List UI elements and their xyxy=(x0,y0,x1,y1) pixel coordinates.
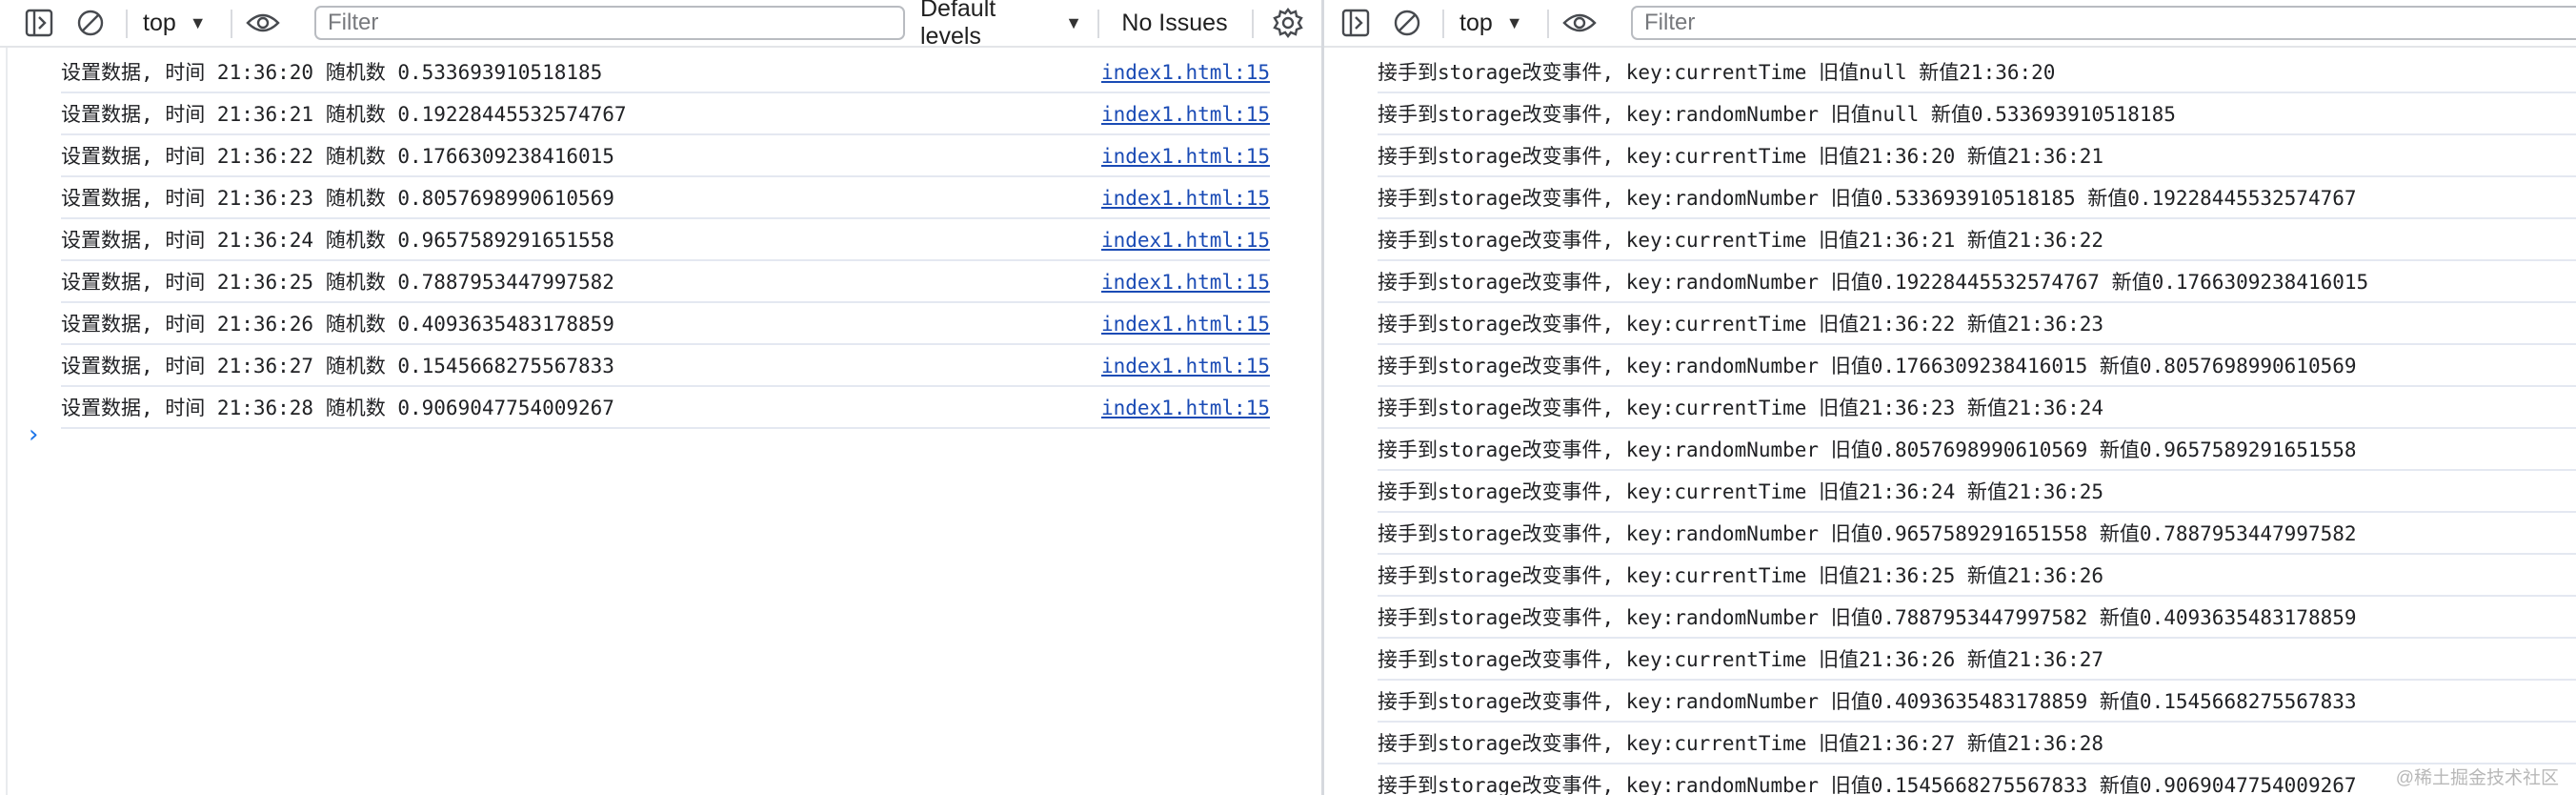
toolbar-separator xyxy=(1442,10,1444,38)
sidebar-toggle-icon[interactable] xyxy=(1339,0,1372,46)
console-log-row: 设置数据, 时间 21:36:27 随机数 0.1545668275567833… xyxy=(61,347,1270,387)
console-log-row: 接手到storage改变事件, key:currentTime 旧值21:36:… xyxy=(1378,473,2576,513)
chevron-down-icon: ▼ xyxy=(189,12,207,32)
console-toolbar: top ▼ xyxy=(1324,0,2576,48)
context-selector[interactable]: top ▼ xyxy=(143,0,215,46)
console-prompt-icon[interactable]: › xyxy=(29,420,38,449)
right-console-pane: top ▼ 接手到storage改变事件, key:currentTime 旧值… xyxy=(1324,0,2576,795)
console-log-row: 接手到storage改变事件, key:currentTime 旧值21:36:… xyxy=(1378,641,2576,681)
log-message: 接手到storage改变事件, key:currentTime 旧值21:36:… xyxy=(1378,648,2104,671)
console-log-row: 设置数据, 时间 21:36:23 随机数 0.8057698990610569… xyxy=(61,179,1270,219)
console-log-row: 接手到storage改变事件, key:randomNumber 旧值0.533… xyxy=(1378,179,2576,219)
pane-edge xyxy=(6,48,8,795)
chevron-down-icon: ▼ xyxy=(1065,12,1082,32)
log-message: 设置数据, 时间 21:36:27 随机数 0.1545668275567833 xyxy=(61,355,614,377)
console-log-row: 接手到storage改变事件, key:currentTime 旧值21:36:… xyxy=(1378,557,2576,597)
console-log-row: 接手到storage改变事件, key:currentTime 旧值null 新… xyxy=(1378,53,2576,93)
source-link[interactable]: index1.html:15 xyxy=(1101,179,1270,217)
console-log-row: 设置数据, 时间 21:36:26 随机数 0.4093635483178859… xyxy=(61,305,1270,345)
console-log-row: 接手到storage改变事件, key:randomNumber 旧值0.788… xyxy=(1378,599,2576,639)
console-log-row: 接手到storage改变事件, key:randomNumber 旧值0.192… xyxy=(1378,263,2576,303)
log-message: 接手到storage改变事件, key:randomNumber 旧值0.965… xyxy=(1378,522,2357,545)
source-link[interactable]: index1.html:15 xyxy=(1101,263,1270,301)
log-message: 设置数据, 时间 21:36:21 随机数 0.1922844553257476… xyxy=(61,103,627,126)
issues-button[interactable]: No Issues xyxy=(1113,0,1237,46)
console-log-row: 接手到storage改变事件, key:randomNumber 旧值0.965… xyxy=(1378,515,2576,555)
log-message: 接手到storage改变事件, key:randomNumber 旧值0.409… xyxy=(1378,690,2357,713)
source-link[interactable]: index1.html:15 xyxy=(1101,389,1270,427)
toolbar-separator xyxy=(1097,10,1099,38)
filter-input[interactable] xyxy=(314,6,905,40)
console-log-row: 接手到storage改变事件, key:randomNumber 旧值null … xyxy=(1378,95,2576,135)
log-message: 接手到storage改变事件, key:currentTime 旧值null 新… xyxy=(1378,61,2056,84)
console-log-list: 接手到storage改变事件, key:currentTime 旧值null 新… xyxy=(1324,51,2576,795)
source-link[interactable]: index1.html:15 xyxy=(1101,305,1270,343)
log-message: 设置数据, 时间 21:36:23 随机数 0.8057698990610569 xyxy=(61,187,614,210)
log-message: 接手到storage改变事件, key:currentTime 旧值21:36:… xyxy=(1378,229,2104,252)
log-message: 接手到storage改变事件, key:currentTime 旧值21:36:… xyxy=(1378,145,2104,168)
log-message: 设置数据, 时间 21:36:25 随机数 0.7887953447997582 xyxy=(61,271,614,294)
console-log-row: 接手到storage改变事件, key:currentTime 旧值21:36:… xyxy=(1378,137,2576,177)
toolbar-separator xyxy=(1547,10,1549,38)
gear-icon[interactable] xyxy=(1269,0,1307,46)
live-expression-icon[interactable] xyxy=(244,0,282,46)
console-log-row: 接手到storage改变事件, key:currentTime 旧值21:36:… xyxy=(1378,389,2576,429)
log-message: 接手到storage改变事件, key:randomNumber 旧值0.192… xyxy=(1378,271,2369,294)
source-link[interactable]: index1.html:15 xyxy=(1101,221,1270,259)
console-log-row: 设置数据, 时间 21:36:21 随机数 0.1922844553257476… xyxy=(61,95,1270,135)
source-link[interactable]: index1.html:15 xyxy=(1101,95,1270,133)
console-log-row: 接手到storage改变事件, key:currentTime 旧值21:36:… xyxy=(1378,724,2576,764)
source-link[interactable]: index1.html:15 xyxy=(1101,53,1270,92)
log-message: 接手到storage改变事件, key:currentTime 旧值21:36:… xyxy=(1378,564,2104,587)
live-expression-icon[interactable] xyxy=(1560,0,1599,46)
left-console-pane: top ▼ Default levels ▼ No Issues 设置数据, 时… xyxy=(0,0,1321,795)
clear-console-icon[interactable] xyxy=(1391,0,1423,46)
log-message: 设置数据, 时间 21:36:26 随机数 0.4093635483178859 xyxy=(61,313,614,336)
log-message: 接手到storage改变事件, key:randomNumber 旧值0.176… xyxy=(1378,355,2357,377)
console-log-row: 设置数据, 时间 21:36:20 随机数 0.533693910518185 i… xyxy=(61,53,1270,93)
console-log-row: 设置数据, 时间 21:36:24 随机数 0.9657589291651558… xyxy=(61,221,1270,261)
console-log-row: 接手到storage改变事件, key:randomNumber 旧值0.176… xyxy=(1378,347,2576,387)
log-message: 设置数据, 时间 21:36:20 随机数 0.533693910518185 xyxy=(61,61,603,84)
issues-label: No Issues xyxy=(1121,9,1228,36)
log-message: 接手到storage改变事件, key:currentTime 旧值21:36:… xyxy=(1378,397,2104,419)
chevron-down-icon: ▼ xyxy=(1505,12,1523,32)
log-message: 接手到storage改变事件, key:randomNumber 旧值0.788… xyxy=(1378,606,2357,629)
log-message: 设置数据, 时间 21:36:28 随机数 0.9069047754009267 xyxy=(61,397,614,419)
console-log-row: 接手到storage改变事件, key:currentTime 旧值21:36:… xyxy=(1378,305,2576,345)
log-message: 设置数据, 时间 21:36:24 随机数 0.9657589291651558 xyxy=(61,229,614,252)
console-log-row: 接手到storage改变事件, key:randomNumber 旧值0.805… xyxy=(1378,431,2576,471)
log-message: 接手到storage改变事件, key:randomNumber 旧值0.533… xyxy=(1378,187,2357,210)
log-levels-dropdown[interactable]: Default levels ▼ xyxy=(920,0,1082,50)
clear-console-icon[interactable] xyxy=(74,0,107,46)
log-levels-label: Default levels xyxy=(920,0,996,50)
console-log-row: 设置数据, 时间 21:36:28 随机数 0.9069047754009267… xyxy=(61,389,1270,429)
console-log-row: 接手到storage改变事件, key:currentTime 旧值21:36:… xyxy=(1378,221,2576,261)
toolbar-separator xyxy=(1252,10,1254,38)
toolbar-separator xyxy=(231,10,232,38)
log-message: 接手到storage改变事件, key:currentTime 旧值21:36:… xyxy=(1378,732,2104,755)
console-toolbar: top ▼ Default levels ▼ No Issues xyxy=(0,0,1321,50)
console-log-row: 设置数据, 时间 21:36:25 随机数 0.7887953447997582… xyxy=(61,263,1270,303)
log-message: 设置数据, 时间 21:36:22 随机数 0.1766309238416015 xyxy=(61,145,614,168)
console-log-row: 接手到storage改变事件, key:randomNumber 旧值0.409… xyxy=(1378,683,2576,723)
log-message: 接手到storage改变事件, key:randomNumber 旧值0.154… xyxy=(1378,774,2357,795)
console-log-row: 设置数据, 时间 21:36:22 随机数 0.1766309238416015… xyxy=(61,137,1270,177)
context-label: top xyxy=(1459,9,1493,36)
watermark: @稀土掘金技术社区 xyxy=(2395,768,2559,788)
log-message: 接手到storage改变事件, key:currentTime 旧值21:36:… xyxy=(1378,480,2104,503)
context-label: top xyxy=(143,9,176,36)
source-link[interactable]: index1.html:15 xyxy=(1101,347,1270,385)
log-message: 接手到storage改变事件, key:currentTime 旧值21:36:… xyxy=(1378,313,2104,336)
sidebar-toggle-icon[interactable] xyxy=(23,0,55,46)
log-message: 接手到storage改变事件, key:randomNumber 旧值null … xyxy=(1378,103,2176,126)
toolbar-separator xyxy=(126,10,128,38)
console-log-list: 设置数据, 时间 21:36:20 随机数 0.533693910518185 i… xyxy=(0,51,1321,429)
filter-input[interactable] xyxy=(1631,6,2576,40)
log-message: 接手到storage改变事件, key:randomNumber 旧值0.805… xyxy=(1378,438,2357,461)
context-selector[interactable]: top ▼ xyxy=(1459,0,1532,46)
source-link[interactable]: index1.html:15 xyxy=(1101,137,1270,175)
